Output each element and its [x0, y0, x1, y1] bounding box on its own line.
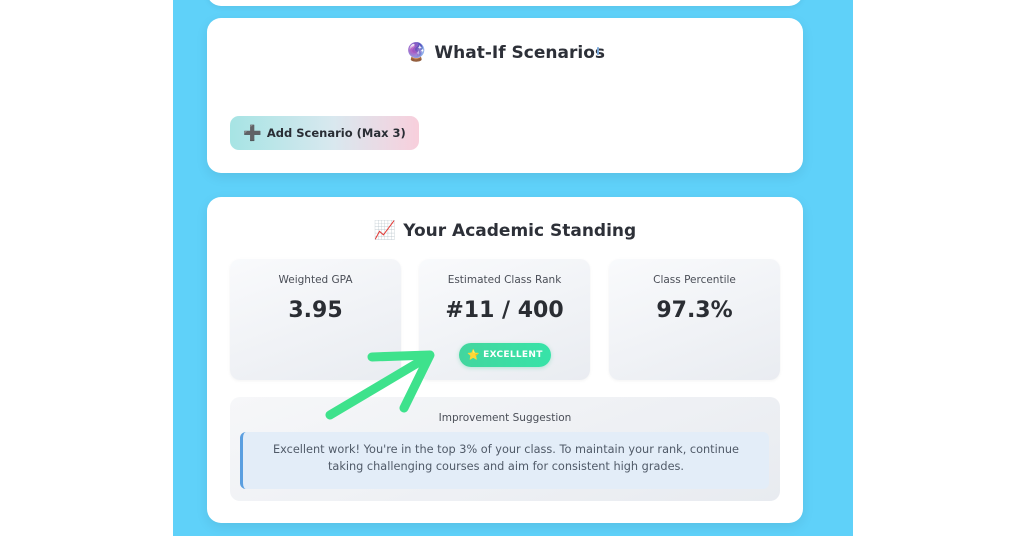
page: 🔮 What-If Scenarios ➕ Add Scenario (Max … — [0, 0, 1024, 536]
chart-increasing-icon: 📈 — [373, 220, 397, 241]
whatif-title: 🔮 What-If Scenarios — [207, 42, 803, 63]
excellent-badge: ⭐ EXCELLENT — [459, 343, 551, 367]
crystal-ball-icon: 🔮 — [404, 42, 428, 63]
class-percentile-card: Class Percentile 97.3% — [609, 259, 780, 380]
whatif-title-text: What-If Scenarios — [434, 42, 605, 63]
improvement-suggestion-title: Improvement Suggestion — [438, 412, 572, 424]
improvement-suggestion-text: Excellent work! You're in the top 3% of … — [240, 432, 769, 489]
improvement-suggestion-panel: Improvement Suggestion Excellent work! Y… — [230, 397, 780, 501]
star-icon: ⭐ — [467, 349, 481, 361]
plus-icon: ➕ — [243, 123, 262, 142]
previous-card-edge — [207, 0, 803, 6]
standing-title: 📈 Your Academic Standing — [207, 220, 803, 241]
whatif-card: 🔮 What-If Scenarios ➕ Add Scenario (Max … — [207, 18, 803, 173]
standing-card: 📈 Your Academic Standing Weighted GPA 3.… — [207, 197, 803, 523]
class-rank-label: Estimated Class Rank — [447, 274, 562, 286]
standing-title-text: Your Academic Standing — [403, 220, 637, 241]
weighted-gpa-label: Weighted GPA — [278, 274, 353, 286]
class-percentile-value: 97.3% — [656, 298, 733, 323]
class-rank-value: #11 / 400 — [445, 298, 564, 323]
add-scenario-label: Add Scenario (Max 3) — [266, 126, 406, 140]
class-percentile-label: Class Percentile — [653, 274, 736, 286]
class-rank-card: Estimated Class Rank #11 / 400 ⭐ EXCELLE… — [419, 259, 590, 380]
badge-label: EXCELLENT — [483, 350, 543, 360]
add-scenario-button[interactable]: ➕ Add Scenario (Max 3) — [230, 116, 419, 150]
info-tooltip-icon[interactable] — [597, 47, 599, 55]
weighted-gpa-value: 3.95 — [288, 298, 343, 323]
weighted-gpa-card: Weighted GPA 3.95 — [230, 259, 401, 380]
